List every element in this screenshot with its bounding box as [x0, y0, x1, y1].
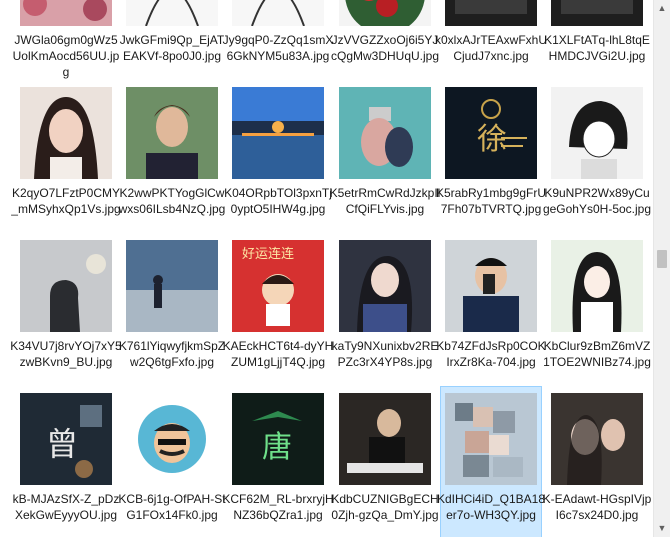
svg-text:曾: 曾 [46, 425, 78, 463]
image-thumbnail [126, 240, 218, 332]
file-item[interactable]: K9uNPR2Wx89yCugeGohYs0H-5oc.jpg [543, 81, 651, 231]
file-grid: JWGla06gm0gWz5UolKmAocd56UU.jpg JwkGFmi9Q… [0, 0, 652, 537]
file-name: K-EAdawt-HGspIVjpI6c7sx24D0.jpg [542, 492, 652, 522]
file-item[interactable]: K2wwPKTYogGlCwwxs06ILsb4NzQ.jpg [119, 81, 225, 231]
file-item[interactable]: KdIHCi4iD_Q1BA18er7o-WH3QY.jpg [437, 386, 545, 537]
svg-text:唐: 唐 [262, 430, 292, 465]
file-name: JzVVGZZxoOj6i5YJcQgMw3DHUqU.jpg [330, 33, 440, 63]
file-item[interactable]: 好运连连 KAEckHCT6t4-dyYHZUM1gLjjT4Q.jpg [223, 234, 333, 384]
file-item[interactable]: K34VU7j8rvYOj7xY5zwBKvn9_BU.jpg [10, 234, 122, 384]
image-thumbnail [339, 393, 431, 485]
image-thumbnail: 唐 [232, 393, 324, 485]
file-name: K2wwPKTYogGlCwwxs06ILsb4NzQ.jpg [118, 186, 226, 216]
svg-text:徐: 徐 [477, 122, 507, 157]
file-name: KCF62M_RL-brxryjHNZ36bQZra1.jpg [222, 492, 334, 522]
file-item[interactable]: JzVVGZZxoOj6i5YJcQgMw3DHUqU.jpg [331, 0, 439, 78]
image-thumbnail [551, 240, 643, 332]
image-thumbnail [339, 0, 431, 26]
file-grid-viewport: JWGla06gm0gWz5UolKmAocd56UU.jpg JwkGFmi9Q… [0, 0, 670, 537]
file-item[interactable]: K1XLFtATq-lhL8tqEHMDCJVGi2U.jpg [544, 0, 650, 78]
image-thumbnail [551, 393, 643, 485]
file-name: KAEckHCT6t4-dyYHZUM1gLjjT4Q.jpg [222, 339, 334, 369]
image-thumbnail [445, 240, 537, 332]
file-item[interactable]: 唐 KCF62M_RL-brxryjHNZ36bQZra1.jpg [222, 387, 334, 537]
image-thumbnail [20, 87, 112, 179]
image-thumbnail [232, 0, 324, 26]
image-thumbnail [20, 240, 112, 332]
file-name: Jy9gqP0-ZzQq1smX6GkNYM5u83A.jpg [222, 33, 334, 63]
file-row: 曾 kB-MJAzSfX-Z_pDzXekGwEyyyOU.jpg KCB-6j1g… [0, 386, 652, 537]
file-name: K5rabRy1mbg9gFrU7Fh07bTVRTQ.jpg [435, 186, 547, 216]
scroll-down-icon[interactable]: ▼ [654, 520, 670, 537]
scroll-up-icon[interactable]: ▲ [654, 0, 670, 17]
file-item[interactable]: KbClur9zBmZ6mVZ1TOE2WNIBz74.jpg [543, 234, 651, 384]
file-item[interactable]: 曾 kB-MJAzSfX-Z_pDzXekGwEyyyOU.jpg [13, 387, 119, 537]
image-thumbnail [20, 0, 112, 26]
file-item[interactable]: K761lYiqwyfjkmSpZw2Q6tgFxfo.jpg [119, 234, 225, 384]
vertical-scrollbar[interactable]: ▲ ▼ [653, 0, 670, 537]
file-item[interactable]: KdbCUZNIGBgECH0Zjh-gzQa_DmY.jpg [331, 387, 439, 537]
file-item[interactable]: 徐 K5rabRy1mbg9gFrU7Fh07bTVRTQ.jpg [436, 81, 546, 231]
file-name: Kb74ZFdJsRp0COKIrxZr8Ka-704.jpg [436, 339, 546, 369]
file-name: JwkGFmi9Qp_EjATEAKVf-8po0J0.jpg [119, 33, 225, 63]
image-thumbnail [445, 393, 537, 485]
file-name: JWGla06gm0gWz5UolKmAocd56UU.jpg [12, 33, 120, 79]
file-row: K34VU7j8rvYOj7xY5zwBKvn9_BU.jpg K761lYiqw… [0, 234, 652, 387]
file-name: kaTy9NXunixbv2REPZc3rX4YP8s.jpg [331, 339, 439, 369]
image-thumbnail [339, 87, 431, 179]
file-item[interactable]: K04ORpbTOl3pxnTj0yptO5IHW4g.jpg [224, 81, 332, 231]
image-thumbnail [551, 87, 643, 179]
file-item[interactable]: Jy9gqP0-ZzQq1smX6GkNYM5u83A.jpg [223, 0, 333, 78]
file-item[interactable]: JwkGFmi9Qp_EjATEAKVf-8po0J0.jpg [120, 0, 224, 78]
file-item[interactable]: Kb74ZFdJsRp0COKIrxZr8Ka-704.jpg [436, 234, 546, 384]
svg-text:好运连连: 好运连连 [242, 246, 294, 262]
image-thumbnail: 曾 [20, 393, 112, 485]
file-item[interactable]: KCB-6j1g-OfPAH-StG1FOx14Fk0.jpg [118, 387, 226, 537]
file-item[interactable]: K5etrRmCwRdJzkpIlCfQiFLYvis.jpg [330, 81, 440, 231]
file-name: K9uNPR2Wx89yCugeGohYs0H-5oc.jpg [542, 186, 652, 216]
file-name: K5etrRmCwRdJzkpIlCfQiFLYvis.jpg [329, 186, 441, 216]
file-name: K761lYiqwyfjkmSpZw2Q6tgFxfo.jpg [118, 339, 226, 369]
file-name: K04ORpbTOl3pxnTj0yptO5IHW4g.jpg [224, 186, 332, 216]
file-name: kB-MJAzSfX-Z_pDzXekGwEyyyOU.jpg [12, 492, 120, 522]
file-item[interactable]: k0xlxAJrTEAxwFxhUCjudJ7xnc.jpg [435, 0, 547, 78]
file-item[interactable]: JWGla06gm0gWz5UolKmAocd56UU.jpg [13, 0, 119, 79]
file-name: KdbCUZNIGBgECH0Zjh-gzQa_DmY.jpg [331, 492, 439, 522]
file-name: K2qyO7LFztP0CMY_mMSyhxQp1Vs.jpg [11, 186, 121, 216]
image-thumbnail [126, 87, 218, 179]
file-name: K34VU7j8rvYOj7xY5zwBKvn9_BU.jpg [10, 339, 122, 369]
file-item[interactable]: K-EAdawt-HGspIVjpI6c7sx24D0.jpg [543, 387, 651, 537]
image-thumbnail: 好运连连 [232, 240, 324, 332]
file-name: k0xlxAJrTEAxwFxhUCjudJ7xnc.jpg [435, 33, 548, 63]
image-thumbnail [445, 0, 537, 26]
scrollbar-thumb[interactable] [657, 249, 667, 268]
file-name: K1XLFtATq-lhL8tqEHMDCJVGi2U.jpg [544, 33, 650, 63]
file-name: KdIHCi4iD_Q1BA18er7o-WH3QY.jpg [436, 492, 546, 522]
image-thumbnail [339, 240, 431, 332]
image-thumbnail [551, 0, 643, 26]
file-row: JWGla06gm0gWz5UolKmAocd56UU.jpg JwkGFmi9Q… [0, 0, 652, 81]
file-row: K2qyO7LFztP0CMY_mMSyhxQp1Vs.jpg K2wwPKTYo… [0, 81, 652, 234]
file-name: KCB-6j1g-OfPAH-StG1FOx14Fk0.jpg [118, 492, 226, 522]
image-thumbnail [126, 393, 218, 485]
image-thumbnail [232, 87, 324, 179]
image-thumbnail: 徐 [445, 87, 537, 179]
file-item[interactable]: K2qyO7LFztP0CMY_mMSyhxQp1Vs.jpg [11, 81, 121, 231]
file-name: KbClur9zBmZ6mVZ1TOE2WNIBz74.jpg [543, 339, 651, 369]
file-item[interactable]: kaTy9NXunixbv2REPZc3rX4YP8s.jpg [332, 234, 438, 384]
image-thumbnail [126, 0, 218, 26]
